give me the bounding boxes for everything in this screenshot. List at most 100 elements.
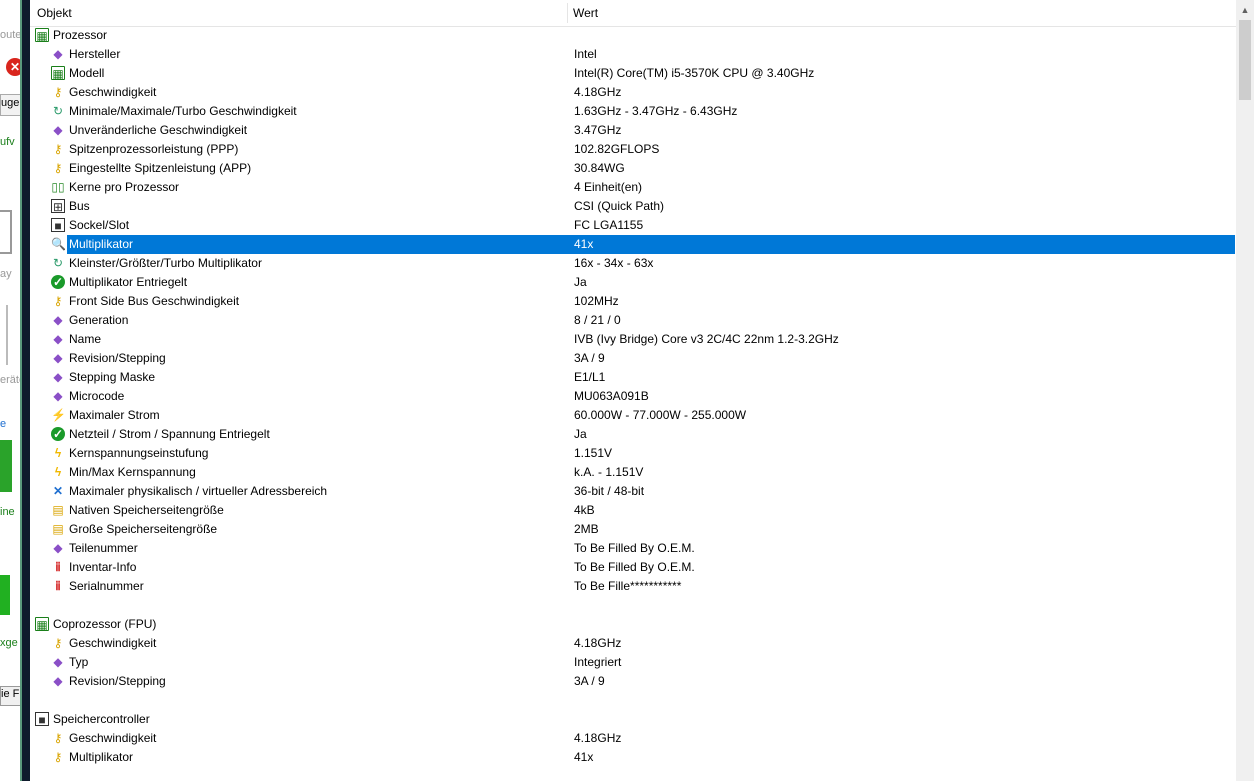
- tag-icon: ⅱ: [55, 560, 61, 574]
- table-row[interactable]: ⚷ Geschwindigkeit 4.18GHz: [30, 729, 1236, 748]
- row-label: Kernspannungseinstufung: [69, 446, 209, 460]
- table-row[interactable]: ◆ Microcode MU063A091B: [30, 387, 1236, 406]
- table-row[interactable]: ◆ Typ Integriert: [30, 653, 1236, 672]
- row-label: Unveränderliche Geschwindigkeit: [69, 123, 248, 137]
- background-text: ay: [0, 268, 12, 280]
- table-row[interactable]: ⅱ Inventar-Info To Be Filled By O.E.M.: [30, 558, 1236, 577]
- group-row[interactable]: ■ Speichercontroller: [30, 710, 1236, 729]
- row-value: To Be Filled By O.E.M.: [574, 560, 695, 574]
- row-label: Spitzenprozessorleistung (PPP): [69, 142, 239, 156]
- table-row[interactable]: ▤ Nativen Speicherseitengröße 4kB: [30, 501, 1236, 520]
- table-row[interactable]: ◆ Hersteller Intel: [30, 45, 1236, 64]
- row-label: Min/Max Kernspannung: [69, 465, 196, 479]
- device-icon: [0, 305, 8, 365]
- table-row[interactable]: ⚷ Front Side Bus Geschwindigkeit 102MHz: [30, 292, 1236, 311]
- table-row[interactable]: ✕ Maximaler physikalisch / virtueller Adr…: [30, 482, 1236, 501]
- row-value: Integriert: [574, 655, 622, 669]
- table-row[interactable]: ↻ Kleinster/Größter/Turbo Multiplikator 16…: [30, 254, 1236, 273]
- row-label: Serialnummer: [69, 579, 144, 593]
- row-label: Kerne pro Prozessor: [69, 180, 180, 194]
- row-label: Maximaler physikalisch / virtueller Adre…: [69, 484, 328, 498]
- row-label: Modell: [69, 66, 105, 80]
- table-row[interactable]: ■ Sockel/Slot FC LGA1155: [30, 216, 1236, 235]
- row-value: Ja: [574, 275, 587, 289]
- check-icon: ✓: [51, 275, 65, 289]
- row-label: Kleinster/Größter/Turbo Multiplikator: [69, 256, 262, 270]
- table-row[interactable]: ▦ Modell Intel(R) Core(TM) i5-3570K CPU @ …: [30, 64, 1236, 83]
- group-row[interactable]: ▦ Coprozessor (FPU): [30, 615, 1236, 634]
- background-text: eräte: [0, 374, 22, 386]
- diamond-icon: ◆: [53, 541, 63, 555]
- table-row[interactable]: ◆ Stepping Maske E1/L1: [30, 368, 1236, 387]
- table-row[interactable]: ◆ Revision/Stepping 3A / 9: [30, 349, 1236, 368]
- table-row[interactable]: ▯▯ Kerne pro Prozessor 4 Einheit(en): [30, 178, 1236, 197]
- row-label: Multiplikator Entriegelt: [69, 275, 188, 289]
- row-value: 102.82GFLOPS: [574, 142, 660, 156]
- row-value: 30.84WG: [574, 161, 625, 175]
- background-text: ufv: [0, 136, 15, 148]
- column-header-value[interactable]: Wert: [573, 6, 598, 20]
- row-label: Revision/Stepping: [69, 674, 166, 688]
- row-value: 8 / 21 / 0: [574, 313, 621, 327]
- table-row[interactable]: ⊞ Bus CSI (Quick Path): [30, 197, 1236, 216]
- vertical-scrollbar[interactable]: ▲: [1236, 0, 1254, 781]
- table-row[interactable]: ✓ Netzteil / Strom / Spannung Entriegelt J…: [30, 425, 1236, 444]
- table-row[interactable]: 🔍 Multiplikator 41x: [30, 235, 1236, 254]
- table-row[interactable]: ⚡ Maximaler Strom 60.000W - 77.000W - 255.…: [30, 406, 1236, 425]
- table-row[interactable]: ⚷ Multiplikator 41x: [30, 748, 1236, 767]
- selection-highlight: [67, 235, 1235, 254]
- background-text: xge: [0, 637, 18, 649]
- background-text: e: [0, 418, 7, 430]
- row-value: To Be Fille***********: [574, 579, 682, 593]
- table-row[interactable]: ⅱ Serialnummer To Be Fille***********: [30, 577, 1236, 596]
- table-row[interactable]: ◆ Generation 8 / 21 / 0: [30, 311, 1236, 330]
- row-label: Nativen Speicherseitengröße: [69, 503, 224, 517]
- table-row[interactable]: ▤ Große Speicherseitengröße 2MB: [30, 520, 1236, 539]
- table-row[interactable]: ⚷ Geschwindigkeit 4.18GHz: [30, 634, 1236, 653]
- row-label: Maximaler Strom: [69, 408, 160, 422]
- group-row[interactable]: ▦ Prozessor: [30, 26, 1236, 45]
- background-tab[interactable]: uge: [0, 94, 22, 116]
- table-row[interactable]: ◆ Revision/Stepping 3A / 9: [30, 672, 1236, 691]
- table-row[interactable]: ✓ Multiplikator Entriegelt Ja: [30, 273, 1236, 292]
- column-header-object[interactable]: Objekt: [37, 6, 72, 20]
- group-label: Prozessor: [53, 28, 108, 42]
- row-value: E1/L1: [574, 370, 606, 384]
- row-label: Typ: [69, 655, 89, 669]
- column-header: Objekt Wert: [30, 0, 1236, 27]
- list-rows: ▦ Prozessor ◆ Hersteller Intel ▦ Modell Intel(R…: [30, 26, 1236, 767]
- table-row[interactable]: ◆ Unveränderliche Geschwindigkeit 3.47GHz: [30, 121, 1236, 140]
- row-value: FC LGA1155: [574, 218, 644, 232]
- background-text: oute: [0, 29, 22, 41]
- socket-icon: ■: [51, 218, 65, 233]
- column-separator[interactable]: [567, 3, 568, 23]
- diamond-icon: ◆: [53, 370, 63, 384]
- scroll-up-icon[interactable]: ▲: [1236, 2, 1254, 18]
- row-value: 41x: [574, 750, 594, 764]
- diamond-icon: ◆: [53, 351, 63, 365]
- table-row[interactable]: ⚷ Eingestellte Spitzenleistung (APP) 30.84…: [30, 159, 1236, 178]
- row-value: 4.18GHz: [574, 731, 622, 745]
- table-row[interactable]: ⚷ Spitzenprozessorleistung (PPP) 102.82GFL…: [30, 140, 1236, 159]
- details-list-view: Objekt Wert ▦ Prozessor ◆ Hersteller Intel ▦ M…: [30, 0, 1254, 781]
- key-icon: ⚷: [53, 750, 63, 764]
- diamond-icon: ◆: [53, 655, 63, 669]
- bus-icon: ⊞: [51, 199, 65, 214]
- table-row[interactable]: ⚷ Geschwindigkeit 4.18GHz: [30, 83, 1236, 102]
- table-row[interactable]: ↻ Minimale/Maximale/Turbo Geschwindigkeit…: [30, 102, 1236, 121]
- diamond-icon: ◆: [53, 47, 63, 61]
- table-row[interactable]: ϟ Min/Max Kernspannung k.A. - 1.151V: [30, 463, 1236, 482]
- row-value: 102MHz: [574, 294, 619, 308]
- key-icon: ⚷: [53, 636, 63, 650]
- chip-icon: ▦: [51, 66, 65, 81]
- row-value: 60.000W - 77.000W - 255.000W: [574, 408, 747, 422]
- scrollbar-thumb[interactable]: [1239, 20, 1251, 100]
- row-value: Intel(R) Core(TM) i5-3570K CPU @ 3.40GHz: [574, 66, 815, 80]
- table-row[interactable]: ◆ Name IVB (Ivy Bridge) Core v3 2C/4C 22nm…: [30, 330, 1236, 349]
- background-button[interactable]: ie F: [0, 686, 22, 706]
- row-value: To Be Filled By O.E.M.: [574, 541, 695, 555]
- table-row[interactable]: ◆ Teilenummer To Be Filled By O.E.M.: [30, 539, 1236, 558]
- row-label: Multiplikator: [69, 750, 134, 764]
- row-value: 36-bit / 48-bit: [574, 484, 645, 498]
- table-row[interactable]: ϟ Kernspannungseinstufung 1.151V: [30, 444, 1236, 463]
